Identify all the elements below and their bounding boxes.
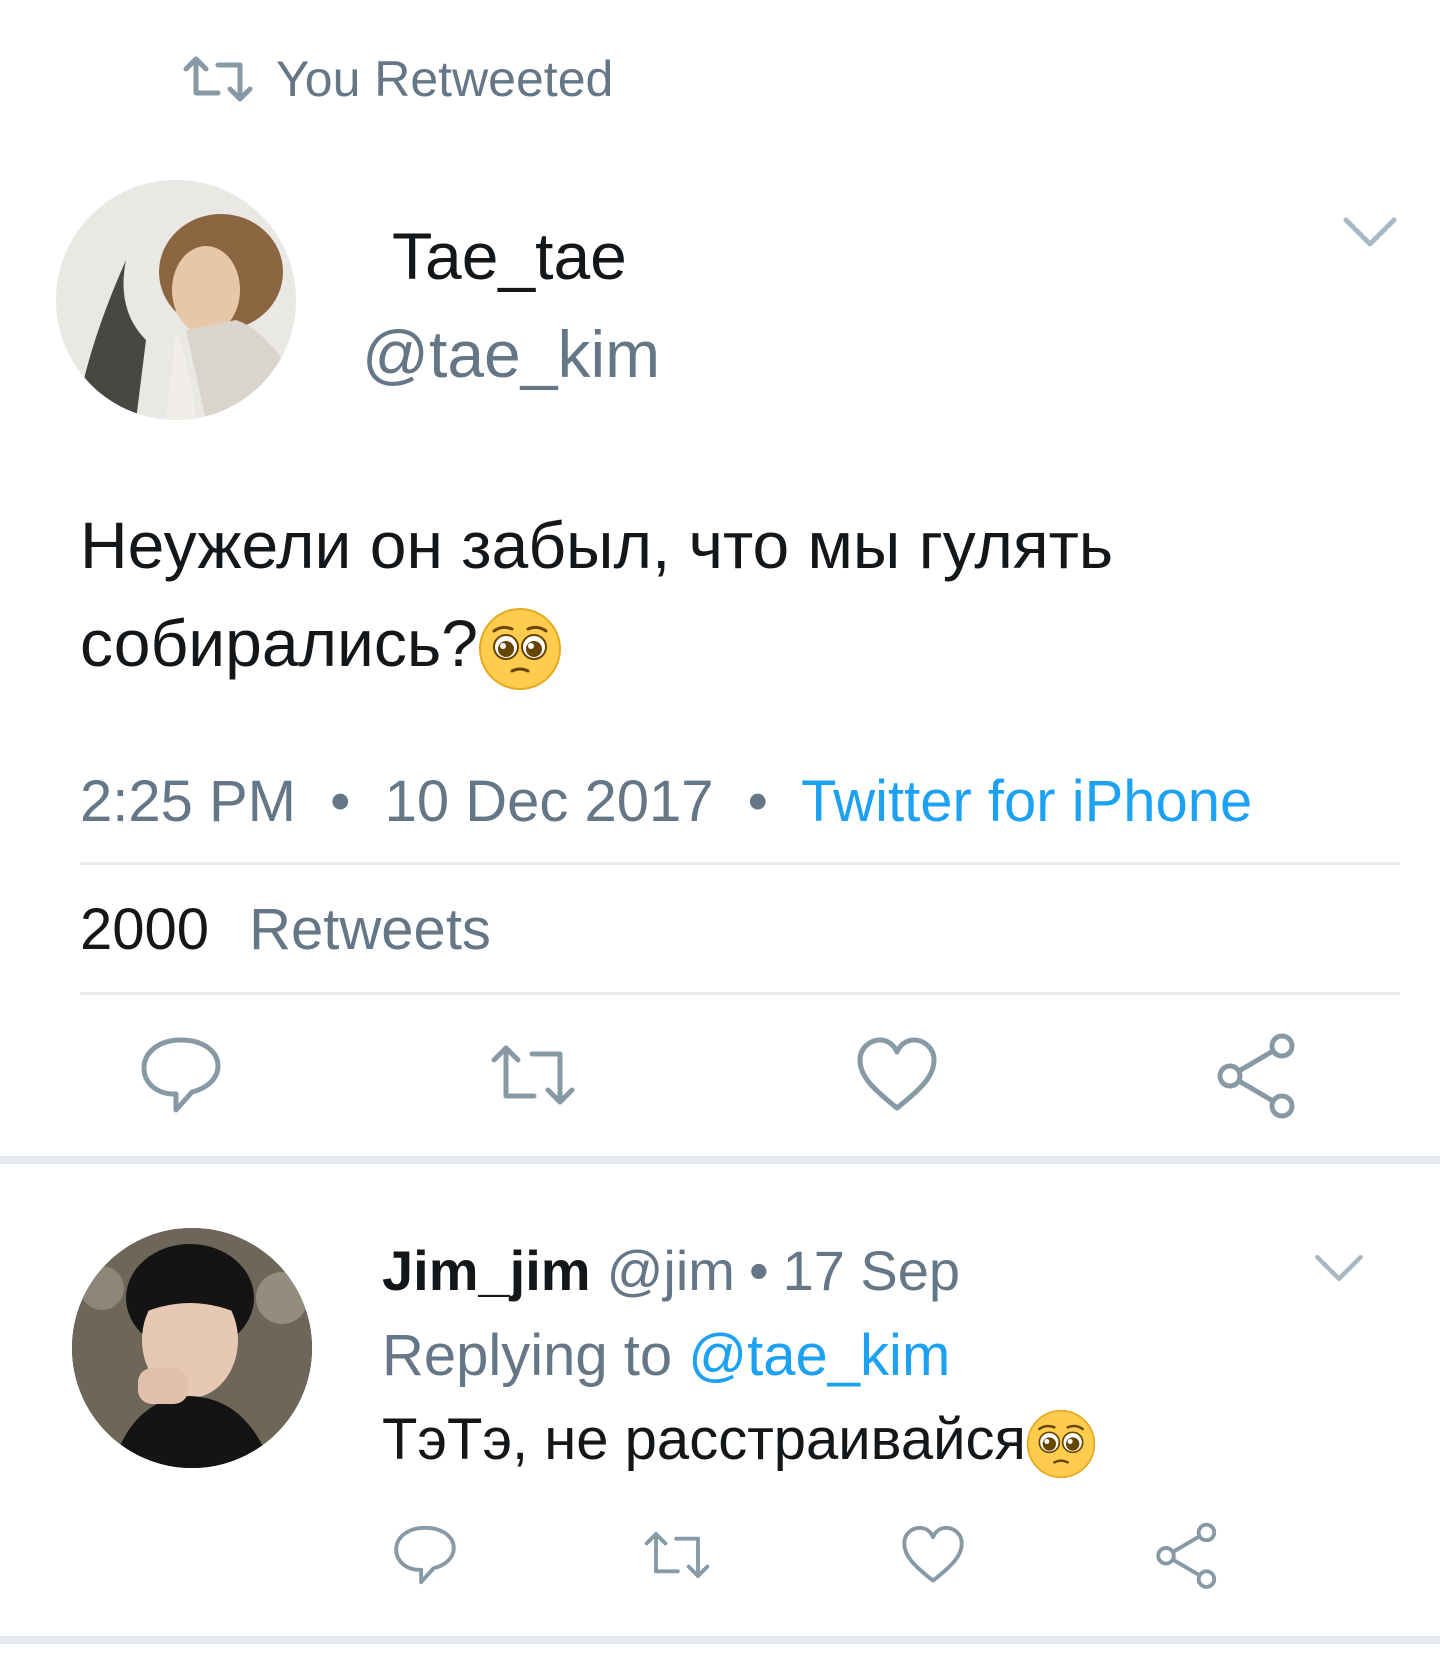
reply-header: Jim_jim @jim • 17 Sep: [382, 1238, 960, 1303]
replying-to: Replying to @tae_kim: [382, 1322, 950, 1389]
reply-text-body: ТэТэ, не расстраивайся: [382, 1407, 1026, 1472]
divider: [80, 992, 1400, 995]
retweet-icon[interactable]: [488, 1030, 578, 1120]
chevron-down-icon[interactable]: [1312, 1250, 1372, 1290]
like-icon[interactable]: [898, 1520, 968, 1590]
replying-handle-link[interactable]: @tae_kim: [688, 1323, 950, 1388]
tweet-date: 10 Dec 2017: [384, 769, 714, 834]
share-icon[interactable]: [1152, 1520, 1222, 1590]
section-separator: [0, 1156, 1440, 1164]
like-icon[interactable]: [852, 1030, 942, 1120]
reply-author-handle[interactable]: @jim: [607, 1239, 735, 1302]
share-icon[interactable]: [1212, 1030, 1302, 1120]
reply-text: ТэТэ, не расстраивайся: [382, 1406, 1096, 1479]
tweet-text: Неужели он забыл, что мы гулять собирали…: [80, 496, 1380, 692]
tweet-source-link[interactable]: Twitter for iPhone: [801, 769, 1252, 834]
pleading-face-icon: [1026, 1409, 1096, 1479]
bottom-separator: [0, 1636, 1440, 1644]
retweet-stats[interactable]: 2000 Retweets: [80, 896, 491, 963]
avatar[interactable]: [72, 1228, 312, 1468]
retweet-label: Retweets: [249, 897, 491, 962]
avatar[interactable]: [56, 180, 296, 420]
replying-label: Replying to: [382, 1323, 673, 1388]
retweet-header: You Retweeted: [182, 44, 613, 114]
meta-separator: •: [748, 1239, 769, 1302]
reply-date[interactable]: 17 Sep: [783, 1239, 961, 1302]
reply-icon[interactable]: [136, 1030, 226, 1120]
reply-author-name[interactable]: Jim_jim: [382, 1239, 591, 1302]
tweet-time: 2:25 PM: [80, 769, 296, 834]
divider: [80, 862, 1400, 865]
retweet-icon[interactable]: [642, 1520, 712, 1590]
author-handle[interactable]: @tae_kim: [362, 316, 660, 392]
retweet-icon: [182, 53, 254, 105]
reply-icon[interactable]: [390, 1520, 460, 1590]
tweet-text-body: Неужели он забыл, что мы гулять собирали…: [80, 508, 1114, 680]
meta-separator: •: [747, 769, 768, 834]
author-name[interactable]: Tae_tae: [392, 218, 627, 294]
chevron-down-icon[interactable]: [1340, 212, 1400, 252]
retweet-count: 2000: [80, 897, 210, 962]
meta-separator: •: [330, 769, 351, 834]
pleading-face-icon: [478, 607, 562, 691]
tweet-meta: 2:25 PM • 10 Dec 2017 • Twitter for iPho…: [80, 768, 1252, 835]
retweet-header-label: You Retweeted: [276, 51, 614, 107]
